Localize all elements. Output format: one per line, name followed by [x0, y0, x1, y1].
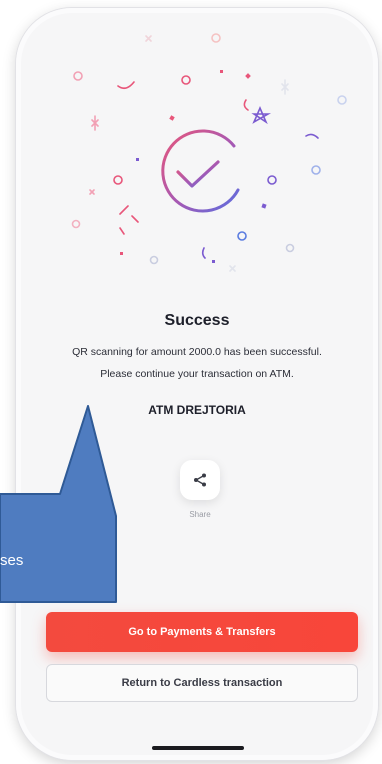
callout-text: ses — [0, 552, 24, 569]
callout-bubble — [0, 405, 117, 603]
